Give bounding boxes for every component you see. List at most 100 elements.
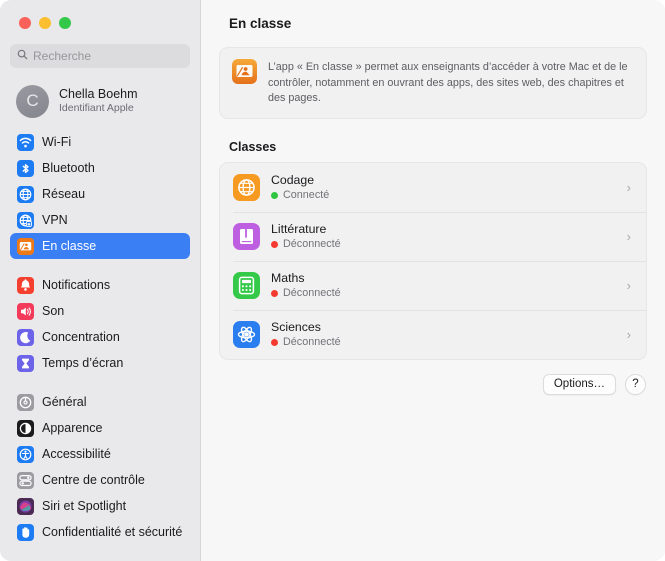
class-status-label: Déconnecté bbox=[283, 287, 341, 300]
zoom-button[interactable] bbox=[59, 17, 71, 29]
close-button[interactable] bbox=[19, 17, 31, 29]
status-dot bbox=[271, 240, 278, 248]
appearance-icon bbox=[17, 419, 34, 437]
options-button[interactable]: Options… bbox=[542, 373, 616, 395]
class-text: Sciences Déconnecté bbox=[271, 320, 627, 348]
class-row[interactable]: Maths Déconnecté › bbox=[220, 260, 646, 310]
classroom-icon bbox=[232, 59, 257, 89]
sidebar-item-r-seau[interactable]: Réseau bbox=[10, 181, 190, 207]
chevron-right-icon: › bbox=[626, 179, 631, 195]
info-banner: L’app « En classe » permet aux enseignan… bbox=[219, 47, 647, 119]
accessibility-icon bbox=[17, 445, 34, 463]
class-text: Codage Connecté bbox=[271, 173, 627, 201]
vpn-globe-icon bbox=[17, 211, 34, 229]
sidebar-item-en-classe[interactable]: En classe bbox=[10, 233, 190, 259]
page-title: En classe bbox=[229, 16, 292, 31]
class-row[interactable]: Sciences Déconnecté › bbox=[220, 309, 646, 359]
sidebar-item-label: Confidentialité et sécurité bbox=[42, 525, 183, 539]
siri-icon bbox=[17, 497, 34, 515]
chevron-right-icon: › bbox=[626, 326, 631, 342]
chevron-right-icon: › bbox=[626, 228, 631, 244]
gear-icon bbox=[17, 393, 34, 411]
control-center-icon bbox=[17, 471, 34, 489]
network-globe-icon bbox=[17, 185, 34, 203]
class-row[interactable]: Codage Connecté › bbox=[220, 163, 646, 212]
class-status-label: Connecté bbox=[283, 189, 330, 202]
class-text: Littérature Déconnecté bbox=[271, 222, 627, 250]
sidebar-item-centre-de-contr-le[interactable]: Centre de contrôle bbox=[10, 467, 190, 493]
bell-icon bbox=[17, 276, 34, 294]
sidebar-nav: Wi-Fi Bluetooth Réseau VPN En classe Not… bbox=[0, 129, 200, 545]
sidebar-item-label: Réseau bbox=[42, 187, 86, 201]
class-status: Déconnecté bbox=[271, 287, 627, 299]
sidebar-item-apparence[interactable]: Apparence bbox=[10, 415, 190, 441]
sidebar-item-label: Général bbox=[42, 395, 87, 409]
sidebar-item-temps-d-cran[interactable]: Temps d’écran bbox=[10, 350, 190, 376]
sidebar: C Chella Boehm Identifiant Apple Wi-Fi Bl… bbox=[0, 0, 201, 561]
calculator-icon bbox=[233, 271, 260, 299]
sidebar-item-label: Accessibilité bbox=[42, 447, 111, 461]
info-banner-text: L’app « En classe » permet aux enseignan… bbox=[268, 61, 628, 105]
sidebar-item-label: Temps d’écran bbox=[42, 356, 124, 370]
main-content: En classe L’app « En classe » permet aux… bbox=[201, 0, 665, 561]
sidebar-item-confidentialit-et-s-curit[interactable]: Confidentialité et sécurité bbox=[10, 519, 190, 545]
class-status: Connecté bbox=[271, 189, 627, 201]
sidebar-item-wi-fi[interactable]: Wi-Fi bbox=[10, 129, 190, 155]
minimize-button[interactable] bbox=[39, 17, 51, 29]
class-status: Déconnecté bbox=[271, 336, 627, 348]
account-row[interactable]: C Chella Boehm Identifiant Apple bbox=[10, 79, 190, 123]
classroom-icon bbox=[17, 237, 34, 255]
avatar: C bbox=[16, 84, 49, 118]
class-row[interactable]: Littérature Déconnecté › bbox=[220, 211, 646, 261]
class-name: Littérature bbox=[271, 222, 327, 237]
sidebar-item-concentration[interactable]: Concentration bbox=[10, 324, 190, 350]
sidebar-item-notifications[interactable]: Notifications bbox=[10, 272, 190, 298]
sidebar-item-vpn[interactable]: VPN bbox=[10, 207, 190, 233]
sidebar-item-accessibilit[interactable]: Accessibilité bbox=[10, 441, 190, 467]
account-name: Chella Boehm bbox=[59, 87, 138, 102]
moon-icon bbox=[17, 328, 34, 346]
sidebar-group-2: Général Apparence Accessibilité Centre d… bbox=[0, 389, 200, 545]
classes-heading: Classes bbox=[229, 139, 277, 154]
book-icon bbox=[233, 222, 260, 250]
search-input[interactable] bbox=[33, 49, 183, 63]
sidebar-item-siri-et-spotlight[interactable]: Siri et Spotlight bbox=[10, 493, 190, 519]
class-name: Maths bbox=[271, 271, 305, 286]
status-dot bbox=[271, 338, 278, 346]
sidebar-item-son[interactable]: Son bbox=[10, 298, 190, 324]
sidebar-item-label: Son bbox=[42, 304, 65, 318]
system-settings-window: C Chella Boehm Identifiant Apple Wi-Fi Bl… bbox=[0, 0, 665, 561]
search-icon bbox=[17, 47, 28, 65]
sidebar-item-label: Centre de contrôle bbox=[42, 473, 145, 487]
footer-actions: Options… ? bbox=[219, 373, 647, 395]
sidebar-item-bluetooth[interactable]: Bluetooth bbox=[10, 155, 190, 181]
class-name: Sciences bbox=[271, 320, 321, 335]
chevron-right-icon: › bbox=[626, 277, 631, 293]
help-button[interactable]: ? bbox=[625, 373, 646, 395]
sidebar-item-g-n-ral[interactable]: Général bbox=[10, 389, 190, 415]
class-status: Déconnecté bbox=[271, 238, 627, 250]
sidebar-item-label: Concentration bbox=[42, 330, 120, 344]
account-subtitle: Identifiant Apple bbox=[59, 102, 134, 115]
sidebar-item-label: Wi-Fi bbox=[42, 135, 72, 149]
class-text: Maths Déconnecté bbox=[271, 271, 627, 299]
sidebar-item-label: Siri et Spotlight bbox=[42, 499, 127, 513]
sidebar-item-label: Apparence bbox=[42, 421, 103, 435]
atom-icon bbox=[233, 320, 260, 348]
status-dot bbox=[271, 289, 278, 297]
hand-icon bbox=[17, 523, 34, 541]
sidebar-group-0: Wi-Fi Bluetooth Réseau VPN En classe bbox=[0, 129, 200, 259]
sidebar-group-1: Notifications Son Concentration Temps d’éc… bbox=[0, 272, 200, 376]
class-name: Codage bbox=[271, 173, 315, 188]
sidebar-item-label: En classe bbox=[42, 239, 97, 253]
search-field[interactable] bbox=[10, 44, 190, 68]
speaker-icon bbox=[17, 302, 34, 320]
class-status-label: Déconnecté bbox=[283, 238, 341, 251]
hourglass-icon bbox=[17, 354, 34, 372]
globe-icon bbox=[233, 173, 260, 201]
window-controls bbox=[0, 0, 200, 40]
classes-list: Codage Connecté › Littérature Déconnecté › M… bbox=[219, 161, 647, 360]
status-dot bbox=[271, 191, 278, 199]
sidebar-item-label: Notifications bbox=[42, 278, 111, 292]
sidebar-item-label: VPN bbox=[42, 213, 68, 227]
